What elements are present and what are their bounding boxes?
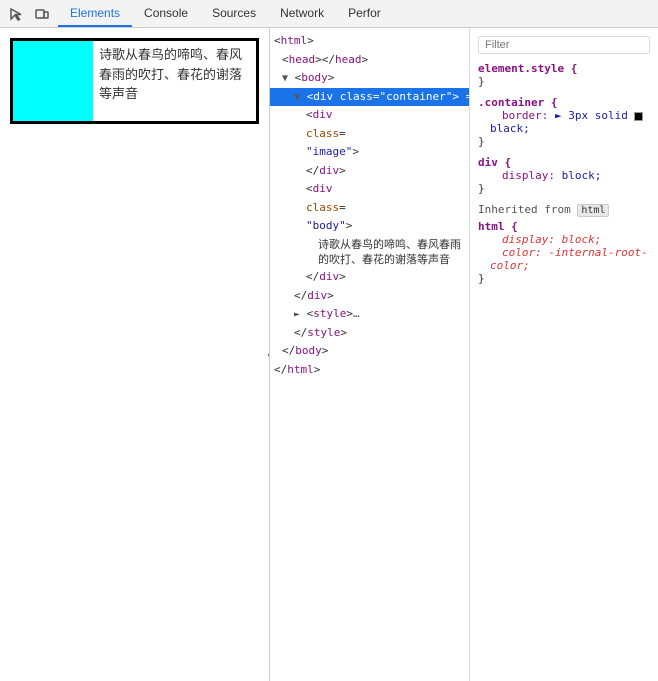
- tab-performance[interactable]: Perfor: [336, 0, 393, 27]
- preview-image-box: [13, 41, 93, 121]
- select-element-icon[interactable]: [6, 4, 26, 24]
- tab-bar: Elements Console Sources Network Perfor: [58, 0, 658, 27]
- css-close-html: }: [478, 272, 650, 285]
- tree-image-div-class-val[interactable]: "image">: [270, 143, 469, 162]
- tree-head[interactable]: <head></head>: [270, 51, 469, 70]
- elements-panel: <html> <head></head> ▼ <body> ▼ <div cla…: [270, 28, 470, 681]
- css-rule-html-color: color: -internal-root-color;: [478, 246, 650, 272]
- css-rule-html-display: display: block;: [478, 233, 650, 246]
- inherited-tag-html: html: [577, 204, 609, 217]
- tree-body-div-close[interactable]: </div>: [270, 268, 469, 287]
- preview-panel: 诗歌从春鸟的啼鸣、春风春雨的吹打、春花的谢落等声音 ⟺: [0, 28, 270, 681]
- tree-container-div[interactable]: ▼ <div class="container"> =: [270, 88, 469, 107]
- tree-text-content: 诗歌从春鸟的啼鸣、春风春雨的吹打、春花的谢落等声音: [270, 236, 469, 269]
- filter-input[interactable]: [485, 39, 643, 51]
- tree-html-open[interactable]: <html>: [270, 32, 469, 51]
- tree-html-close[interactable]: </html>: [270, 361, 469, 380]
- tree-style-collapsed[interactable]: ► <style>…: [270, 305, 469, 324]
- css-close-container: }: [478, 135, 650, 148]
- device-toggle-icon[interactable]: [32, 4, 52, 24]
- styles-inner: element.style { } .container { border: ►…: [470, 28, 658, 297]
- resize-handle-icon[interactable]: ⟺: [267, 345, 270, 365]
- tree-body-open[interactable]: ▼ <body>: [270, 69, 469, 88]
- css-rule-border: border: ► 3px solid black;: [478, 109, 650, 135]
- toolbar-icons: [0, 4, 58, 24]
- tree-image-div-open[interactable]: <div: [270, 106, 469, 125]
- css-selector-div: div {: [478, 156, 650, 169]
- filter-bar: [478, 36, 650, 54]
- css-close-div: }: [478, 182, 650, 195]
- styles-panel: element.style { } .container { border: ►…: [470, 28, 658, 681]
- css-selector-html: html {: [478, 220, 650, 233]
- tree-body-div-class[interactable]: class=: [270, 199, 469, 218]
- tab-sources[interactable]: Sources: [200, 0, 268, 27]
- css-block-container: .container { border: ► 3px solid black; …: [478, 96, 650, 148]
- tree-image-div-close[interactable]: </div>: [270, 162, 469, 181]
- css-block-element-style: element.style { }: [478, 62, 650, 88]
- css-selector-container: .container {: [478, 96, 650, 109]
- css-selector-element-style: element.style {: [478, 62, 650, 75]
- devtools-panel: <html> <head></head> ▼ <body> ▼ <div cla…: [270, 28, 658, 681]
- css-close-element-style: }: [478, 75, 650, 88]
- color-swatch-black: [634, 112, 643, 121]
- css-block-div: div { display: block; }: [478, 156, 650, 195]
- inherited-from-label: Inherited from html: [478, 203, 650, 216]
- tab-network[interactable]: Network: [268, 0, 336, 27]
- preview-container: 诗歌从春鸟的啼鸣、春风春雨的吹打、春花的谢落等声音: [10, 38, 259, 124]
- tree-image-div-class[interactable]: class=: [270, 125, 469, 144]
- tree-style-close[interactable]: </style>: [270, 324, 469, 343]
- main-content: 诗歌从春鸟的啼鸣、春风春雨的吹打、春花的谢落等声音 ⟺ <html> <head…: [0, 28, 658, 681]
- preview-inner: 诗歌从春鸟的啼鸣、春风春雨的吹打、春花的谢落等声音: [0, 28, 269, 134]
- preview-text: 诗歌从春鸟的啼鸣、春风春雨的吹打、春花的谢落等声音: [93, 41, 256, 121]
- tree-body-div-open[interactable]: <div: [270, 180, 469, 199]
- devtools-toolbar: Elements Console Sources Network Perfor: [0, 0, 658, 28]
- tree-container-div-close[interactable]: </div>: [270, 287, 469, 306]
- tree-body-close[interactable]: </body>: [270, 342, 469, 361]
- tree-body-div-class-val[interactable]: "body">: [270, 217, 469, 236]
- tab-elements[interactable]: Elements: [58, 0, 132, 27]
- css-rule-display: display: block;: [478, 169, 650, 182]
- tab-console[interactable]: Console: [132, 0, 200, 27]
- css-block-html: html { display: block; color: -internal-…: [478, 220, 650, 285]
